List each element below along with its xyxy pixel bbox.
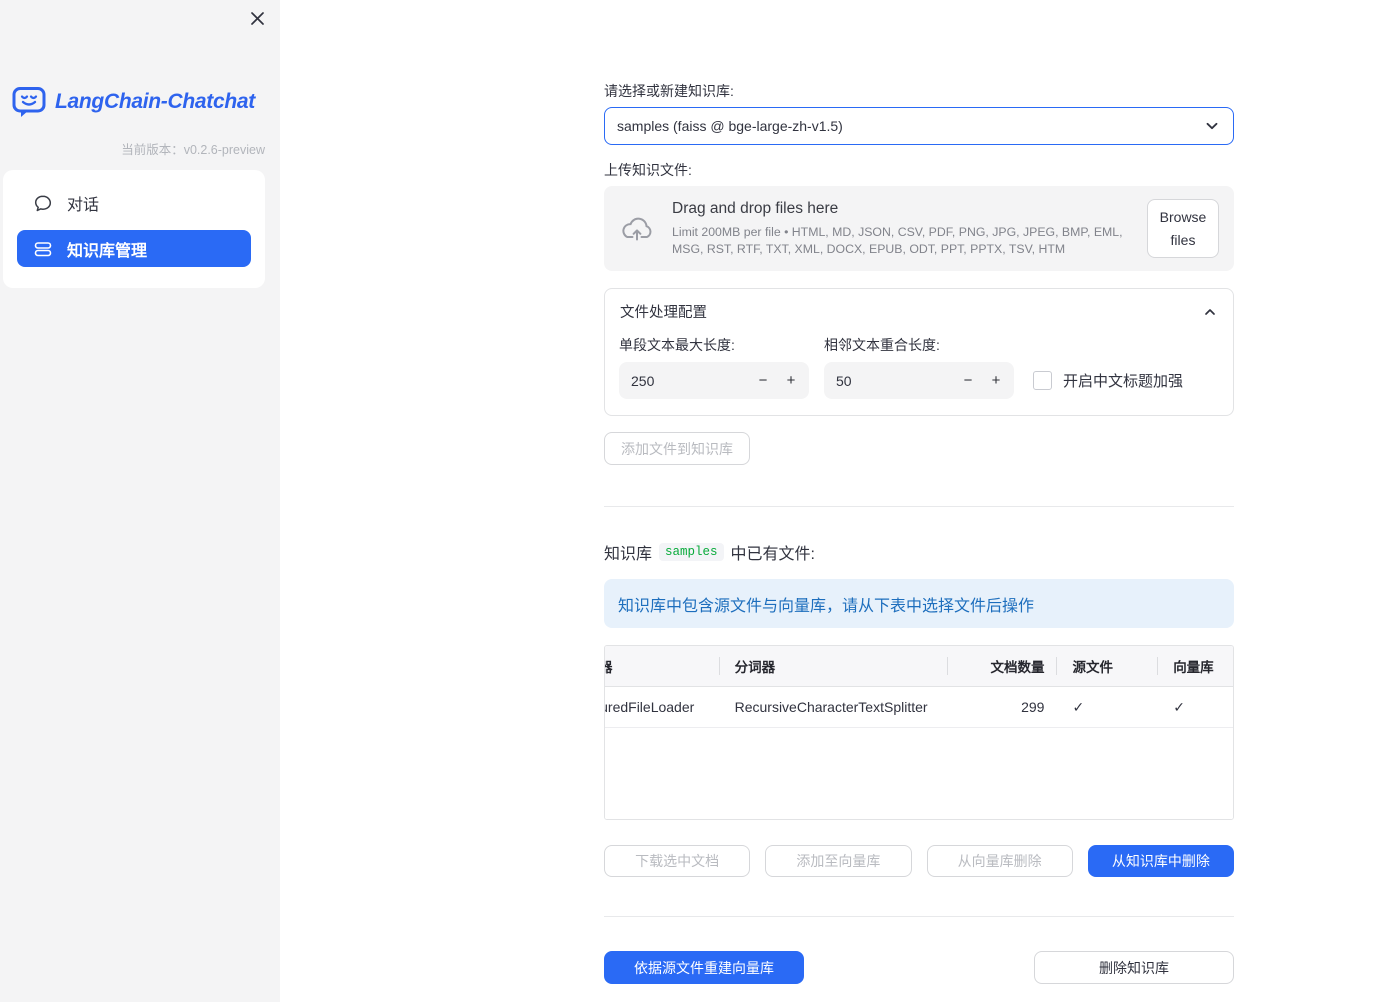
zh-title-enhance-checkbox[interactable]: 开启中文标题加强 (1029, 362, 1219, 399)
logo-chat-icon (12, 87, 46, 117)
delete-from-kb-button[interactable]: 从知识库中删除 (1087, 845, 1234, 877)
table-header-row: 文档加载器 分词器 文档数量 源文件 向量库 (605, 646, 1233, 687)
column-header-source-file[interactable]: 源文件 (1056, 646, 1157, 686)
version-label: 当前版本： (121, 143, 184, 157)
column-header-splitter[interactable]: 分词器 (718, 646, 947, 686)
cell-splitter: RecursiveCharacterTextSplitter (734, 699, 928, 715)
list-cards-icon (34, 241, 52, 256)
file-action-buttons: 下载选中文档 添加至向量库 从向量库删除 从知识库中删除 (604, 845, 1234, 877)
file-config-expander: 文件处理配置 单段文本最大长度: 250 − + 相邻文本重合长度: 50 − … (604, 288, 1234, 416)
upload-label: 上传知识文件: (604, 162, 692, 178)
chunk-size-input[interactable]: 250 − + (619, 362, 809, 399)
kb-select-label: 请选择或新建知识库: (604, 83, 734, 99)
chevron-up-icon (1205, 308, 1215, 315)
sidebar-close-button[interactable] (247, 8, 267, 28)
column-header-doc-count[interactable]: 文档数量 (946, 646, 1057, 686)
check-icon: ✓ (1072, 698, 1085, 715)
increment-button[interactable]: + (982, 372, 1010, 389)
sidebar-item-label: 知识库管理 (67, 242, 148, 260)
chevron-down-icon (1203, 117, 1221, 135)
increment-button[interactable]: + (777, 372, 805, 389)
sidebar-nav: 对话 知识库管理 (3, 170, 265, 288)
main-content: 请选择或新建知识库: samples (faiss @ bge-large-zh… (604, 0, 1234, 984)
divider (604, 506, 1234, 507)
checkbox-icon[interactable] (1033, 371, 1052, 390)
kb-files-table[interactable]: 文档加载器 分词器 文档数量 源文件 向量库 UnstructuredFileL… (604, 645, 1234, 820)
info-text: 知识库中包含源文件与向量库，请从下表中选择文件后操作 (618, 597, 1035, 615)
column-header-vectorstore[interactable]: 向量库 (1157, 646, 1233, 686)
kb-files-heading: 知识库 samples 中已有文件: (604, 540, 1234, 564)
overlap-size-input[interactable]: 50 − + (824, 362, 1014, 399)
logo-text: LangChain-Chatchat (55, 90, 255, 113)
kb-files-suffix: 中已有文件: (730, 546, 815, 563)
chunk-size-value: 250 (631, 372, 655, 389)
add-files-to-kb-button[interactable]: 添加文件到知识库 (604, 432, 750, 465)
cell-doc-count: 299 (1021, 699, 1045, 715)
expander-header[interactable]: 文件处理配置 (605, 289, 1233, 331)
delete-kb-button[interactable]: 删除知识库 (1034, 951, 1234, 984)
sidebar-item-label: 对话 (67, 196, 100, 214)
cell-source-file-check: ✓ (1056, 687, 1157, 727)
cell-vectorstore-check: ✓ (1157, 687, 1233, 727)
column-header-loader[interactable]: 文档加载器 (605, 646, 719, 686)
kb-action-buttons: 依据源文件重建向量库 删除知识库 (604, 951, 1234, 984)
close-icon (250, 11, 264, 25)
sidebar: LangChain-Chatchat 当前版本：v0.2.6-preview 对… (0, 0, 280, 1002)
decrement-button[interactable]: − (954, 372, 982, 389)
add-to-vectorstore-button[interactable]: 添加至向量库 (765, 845, 912, 877)
rebuild-vectorstore-button[interactable]: 依据源文件重建向量库 (604, 951, 804, 984)
version-text: 当前版本：v0.2.6-preview (121, 139, 265, 158)
divider (604, 916, 1234, 917)
table-empty-area (605, 728, 1233, 819)
version-value: v0.2.6-preview (183, 143, 265, 157)
kb-select-value: samples (faiss @ bge-large-zh-v1.5) (617, 118, 843, 134)
overlap-size-label: 相邻文本重合长度: (824, 337, 940, 353)
chunk-size-field: 单段文本最大长度: 250 − + (619, 337, 809, 399)
table-row[interactable]: UnstructuredFileLoader RecursiveCharacte… (605, 687, 1233, 728)
sidebar-item-kb-management[interactable]: 知识库管理 (17, 230, 251, 267)
checkbox-label: 开启中文标题加强 (1063, 373, 1184, 390)
overlap-size-field: 相邻文本重合长度: 50 − + (824, 337, 1014, 399)
expander-content: 单段文本最大长度: 250 − + 相邻文本重合长度: 50 − + 开启中文标… (605, 331, 1233, 415)
decrement-button[interactable]: − (749, 372, 777, 389)
chat-bubble-icon (34, 194, 52, 211)
kb-select[interactable]: samples (faiss @ bge-large-zh-v1.5) (604, 107, 1234, 145)
kb-name-code: samples (659, 543, 724, 561)
info-alert: 知识库中包含源文件与向量库，请从下表中选择文件后操作 (604, 579, 1234, 628)
file-uploader-dropzone[interactable]: Drag and drop files here Limit 200MB per… (604, 186, 1234, 271)
app-logo: LangChain-Chatchat (12, 86, 255, 118)
browse-files-button[interactable]: Browse files (1147, 199, 1219, 258)
uploader-hint: Limit 200MB per file • HTML, MD, JSON, C… (672, 225, 1123, 256)
sidebar-item-chat[interactable]: 对话 (17, 184, 251, 221)
upload-cloud-icon (622, 217, 652, 240)
download-selected-button[interactable]: 下载选中文档 (604, 845, 751, 877)
kb-files-prefix: 知识库 (604, 546, 653, 563)
cell-loader: UnstructuredFileLoader (605, 699, 695, 715)
check-icon: ✓ (1173, 698, 1185, 715)
uploader-title: Drag and drop files here (672, 200, 839, 218)
overlap-size-value: 50 (836, 372, 852, 389)
uploader-text: Drag and drop files here Limit 200MB per… (672, 200, 1130, 256)
expander-title: 文件处理配置 (620, 305, 707, 321)
delete-from-vectorstore-button[interactable]: 从向量库删除 (926, 845, 1073, 877)
chunk-size-label: 单段文本最大长度: (619, 337, 735, 353)
